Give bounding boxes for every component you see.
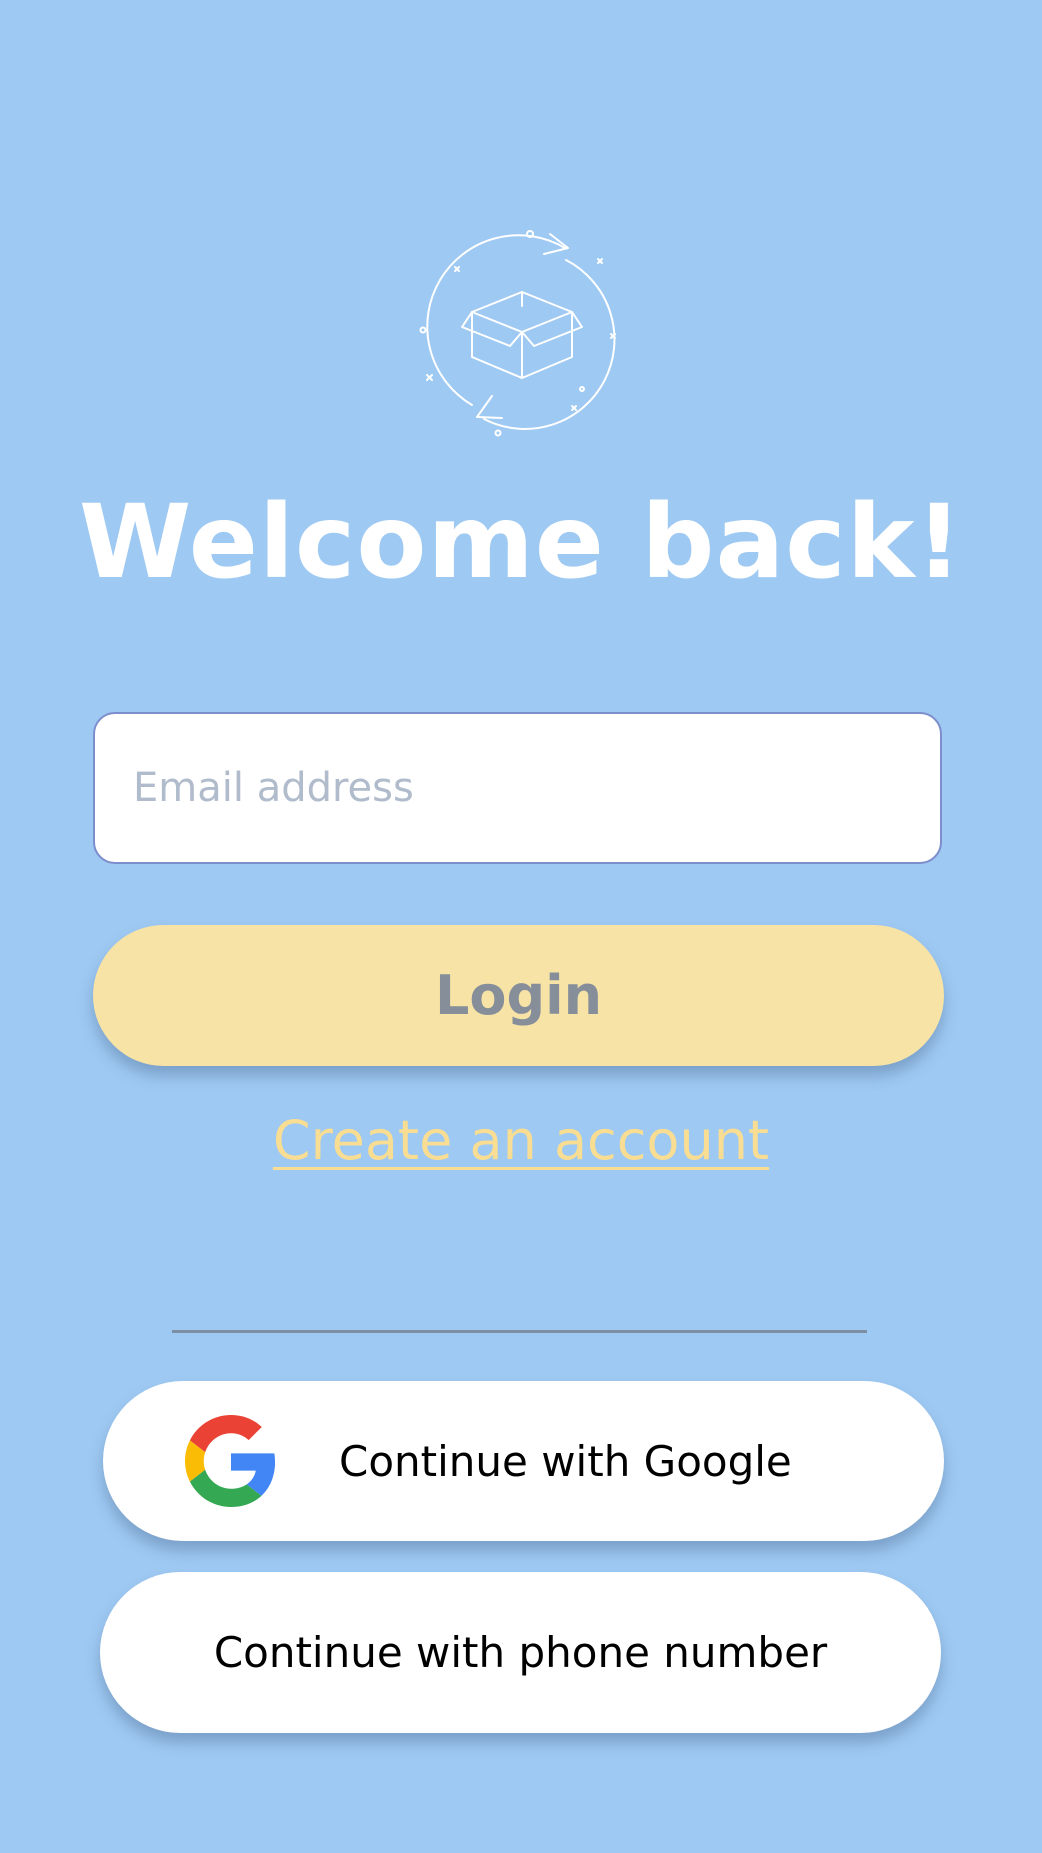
create-account-link[interactable]: Create an account (0, 1106, 1042, 1176)
continue-with-google-button[interactable]: Continue with Google (103, 1381, 944, 1541)
google-button-label: Continue with Google (339, 1436, 792, 1486)
login-screen: Welcome back! Login Create an account Co… (0, 0, 1042, 1853)
divider (172, 1330, 867, 1333)
phone-button-label: Continue with phone number (213, 1628, 828, 1677)
continue-with-phone-button[interactable]: Continue with phone number (100, 1572, 941, 1733)
google-icon (185, 1415, 276, 1507)
login-button[interactable]: Login (93, 925, 944, 1066)
page-title: Welcome back! (78, 483, 964, 602)
email-field[interactable] (93, 712, 942, 864)
box-refresh-icon (419, 230, 616, 437)
